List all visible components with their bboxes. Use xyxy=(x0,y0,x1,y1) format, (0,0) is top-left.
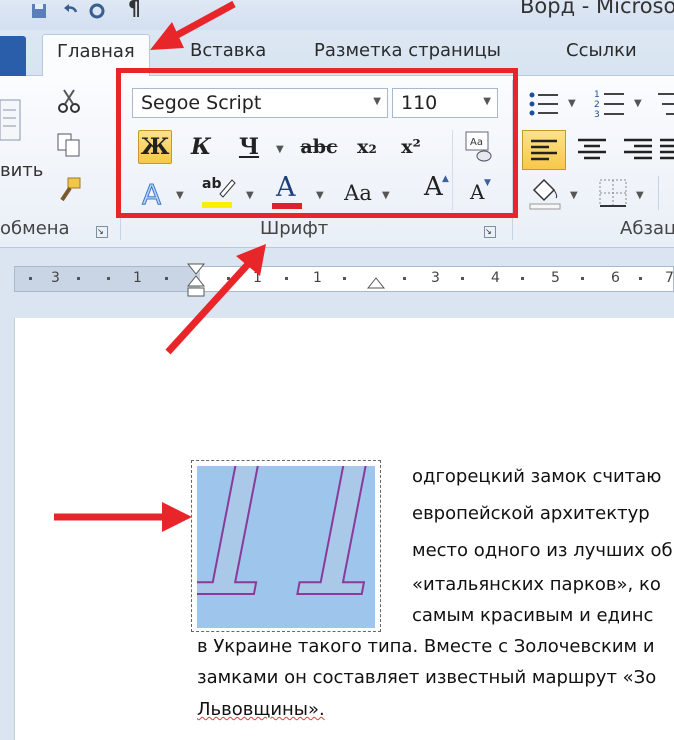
arrow-to-font-group xyxy=(165,244,266,355)
arrow-to-drop-cap xyxy=(54,502,192,532)
annotation-arrows xyxy=(54,0,266,532)
arrow-to-home-tab xyxy=(150,0,236,50)
